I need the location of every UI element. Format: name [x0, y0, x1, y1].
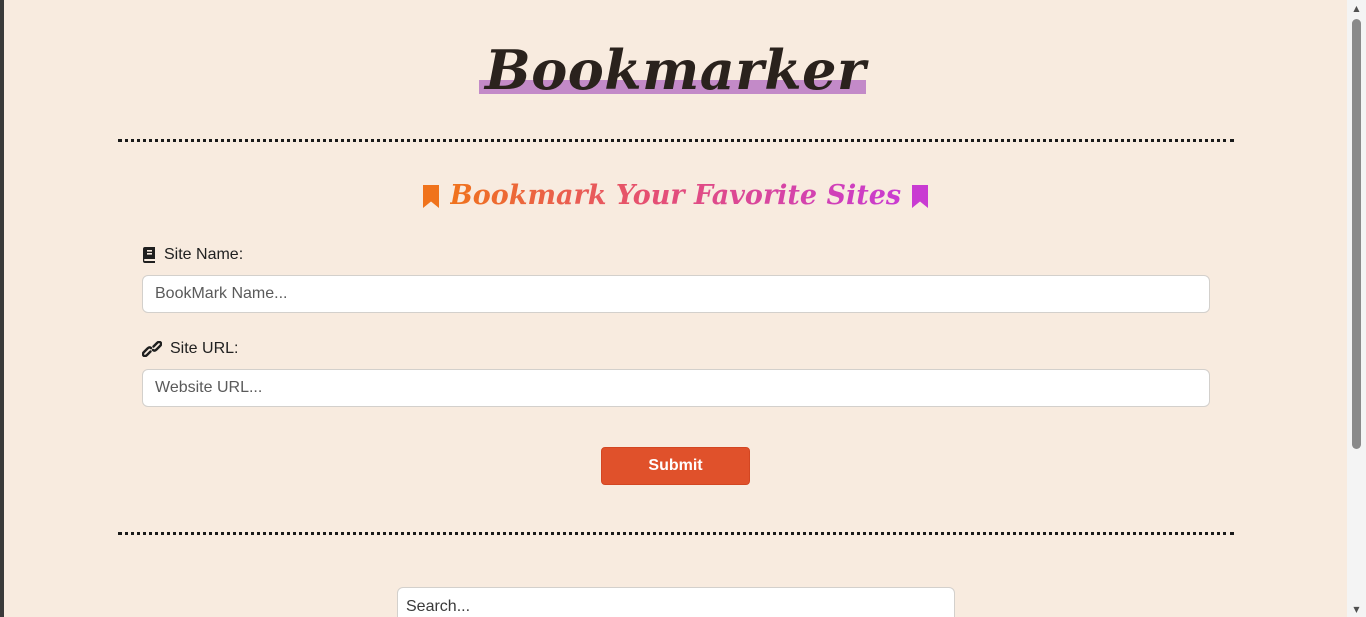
scroll-up-arrow-icon[interactable]: ▲ [1347, 0, 1366, 16]
divider-top [118, 139, 1234, 142]
page: Bookmarker Bookmark Your Favorite Sites … [4, 0, 1347, 617]
site-name-input[interactable] [142, 275, 1210, 313]
brand-wrap: Bookmarker [479, 38, 866, 102]
book-icon [142, 247, 156, 263]
scrollbar-thumb[interactable] [1352, 19, 1361, 449]
form-heading: Bookmark Your Favorite Sites [4, 176, 1347, 216]
scroll-down-arrow-icon[interactable]: ▼ [1347, 601, 1366, 617]
site-url-input[interactable] [142, 369, 1210, 407]
form-heading-text: Bookmark Your Favorite Sites [450, 178, 901, 214]
search-input[interactable] [397, 587, 955, 617]
bookmark-icon [422, 184, 440, 209]
divider-bottom [118, 532, 1234, 535]
bookmark-icon [911, 184, 929, 209]
submit-button[interactable]: Submit [601, 447, 750, 485]
link-icon [142, 341, 162, 357]
site-name-label-text: Site Name: [164, 246, 244, 263]
site-url-label-text: Site URL: [170, 340, 239, 357]
brand-title: Bookmarker [485, 38, 866, 102]
site-name-label: Site Name: [142, 244, 243, 266]
site-url-label: Site URL: [142, 338, 238, 360]
brand-header: Bookmarker [4, 38, 1347, 108]
vertical-scrollbar[interactable]: ▲ ▼ [1347, 0, 1366, 617]
